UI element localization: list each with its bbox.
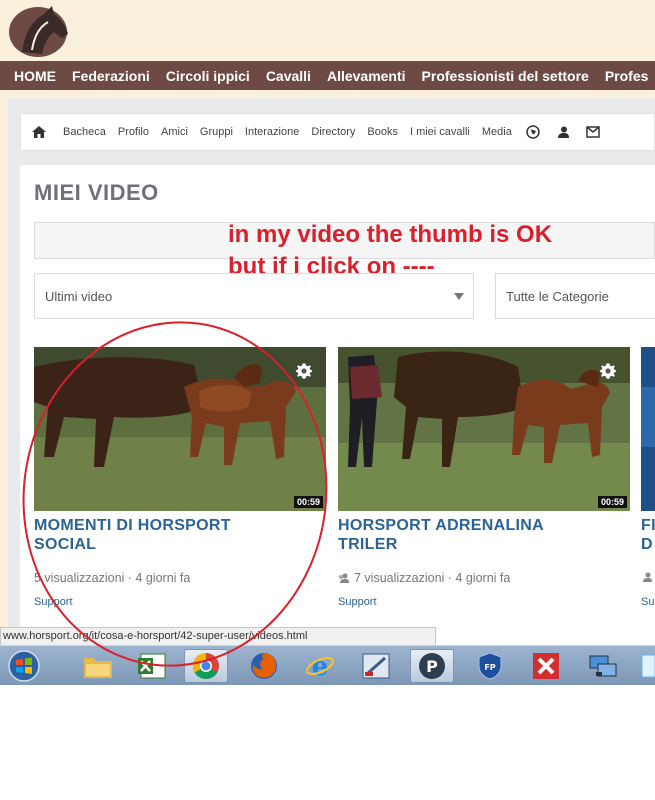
site-logo[interactable]	[8, 2, 72, 58]
subnav-media[interactable]: Media	[476, 126, 518, 138]
settings-gear-icon[interactable]	[296, 363, 312, 384]
video-duration: 00:59	[597, 496, 627, 508]
svg-text:P: P	[426, 657, 438, 676]
video-meta	[641, 571, 653, 583]
video-title-line-2: TRILER	[338, 536, 398, 553]
subnav-profilo[interactable]: Profilo	[112, 126, 155, 138]
video-category-link[interactable]: Support	[338, 596, 377, 608]
video-title[interactable]: HORSPORT ADRENALINA TRILER	[338, 516, 630, 554]
nav-cavalli[interactable]: Cavalli	[258, 68, 319, 84]
video-views: 7 visualizzazioni · 4 giorni fa	[354, 571, 511, 585]
chrome-icon[interactable]	[184, 649, 228, 683]
video-title[interactable]: FI D	[641, 516, 655, 554]
annotation-line-1: in my video the thumb is OK	[228, 221, 553, 248]
page-title: MIEI VIDEO	[34, 180, 159, 205]
windows-taskbar: e P FP	[0, 645, 655, 685]
subnav-directory[interactable]: Directory	[305, 126, 361, 138]
video-title-line-1: FI	[641, 517, 655, 534]
video-title-line-1: HORSPORT ADRENALINA	[338, 517, 544, 534]
nav-professionisti[interactable]: Professionisti del settore	[414, 68, 597, 84]
svg-text:e: e	[312, 652, 329, 681]
caret-down-icon	[454, 293, 464, 300]
video-thumbnail-image	[641, 347, 655, 511]
home-icon[interactable]	[21, 125, 57, 139]
sort-select-value: Ultimi video	[45, 288, 113, 304]
windows-explorer-icon[interactable]	[76, 649, 120, 683]
network-manager-icon[interactable]	[580, 649, 624, 683]
firefox-icon[interactable]	[242, 649, 286, 683]
partial-app-icon[interactable]	[636, 649, 655, 683]
globe-icon[interactable]	[518, 125, 548, 139]
video-thumbnail[interactable]	[641, 347, 655, 511]
nav-federazioni[interactable]: Federazioni	[64, 68, 158, 84]
video-title-line-2: SOCIAL	[34, 536, 97, 553]
nav-home[interactable]: HOME	[0, 68, 64, 84]
video-thumbnail-image	[34, 347, 326, 511]
subnav-amici[interactable]: Amici	[155, 126, 194, 138]
video-title[interactable]: MOMENTI DI HORSPORT SOCIAL	[34, 516, 326, 554]
settings-gear-icon[interactable]	[600, 363, 616, 384]
drawing-tool-icon[interactable]	[354, 649, 398, 683]
subnav-gruppi[interactable]: Gruppi	[194, 126, 239, 138]
video-thumbnail-image	[338, 347, 630, 511]
category-select-value: Tutte le Categorie	[506, 288, 609, 304]
video-duration: 00:59	[293, 496, 323, 508]
vpn-shield-icon[interactable]: FP	[468, 649, 512, 683]
sort-select[interactable]: Ultimi video	[34, 273, 474, 319]
user-icon[interactable]	[548, 125, 578, 139]
video-meta: 5 visualizzazioni · 4 giorni fa	[34, 571, 190, 585]
subnav-bacheca[interactable]: Bacheca	[57, 126, 112, 138]
svg-text:FP: FP	[484, 663, 495, 672]
mail-icon[interactable]	[578, 126, 608, 138]
main-navigation: HOME Federazioni Circoli ippici Cavalli …	[0, 61, 655, 90]
web-page: HOME Federazioni Circoli ippici Cavalli …	[0, 0, 655, 645]
subnav-interazione[interactable]: Interazione	[239, 126, 305, 138]
video-category-link[interactable]: Support	[34, 596, 73, 608]
video-thumbnail[interactable]: 00:59	[338, 347, 630, 511]
user-icon	[338, 572, 350, 584]
subnav-i-miei-cavalli[interactable]: I miei cavalli	[404, 126, 476, 138]
video-meta: 7 visualizzazioni · 4 giorni fa	[338, 571, 510, 585]
video-title-line-1: MOMENTI DI HORSPORT	[34, 517, 231, 534]
nav-profes-truncated[interactable]: Profes	[597, 68, 655, 84]
nav-circoli-ippici[interactable]: Circoli ippici	[158, 68, 258, 84]
excel-icon[interactable]	[130, 649, 174, 683]
video-views: 5 visualizzazioni · 4 giorni fa	[34, 571, 191, 585]
nav-allevamenti[interactable]: Allevamenti	[319, 68, 414, 84]
user-icon	[641, 571, 653, 583]
video-thumbnail[interactable]: 00:59	[34, 347, 326, 511]
browser-status-url: www.horsport.org/it/cosa-e-horsport/42-s…	[0, 627, 436, 645]
video-title-line-2: D	[641, 536, 653, 553]
xmind-icon[interactable]	[524, 649, 568, 683]
profile-subnav: Bacheca Profilo Amici Gruppi Interazione…	[20, 113, 655, 151]
video-category-link[interactable]: Su	[641, 596, 654, 608]
pdf-app-icon[interactable]: P	[410, 649, 454, 683]
windows-start-button[interactable]	[2, 649, 46, 683]
category-select[interactable]: Tutte le Categorie	[495, 273, 655, 319]
internet-explorer-icon[interactable]: e	[298, 649, 342, 683]
subnav-books[interactable]: Books	[361, 126, 404, 138]
